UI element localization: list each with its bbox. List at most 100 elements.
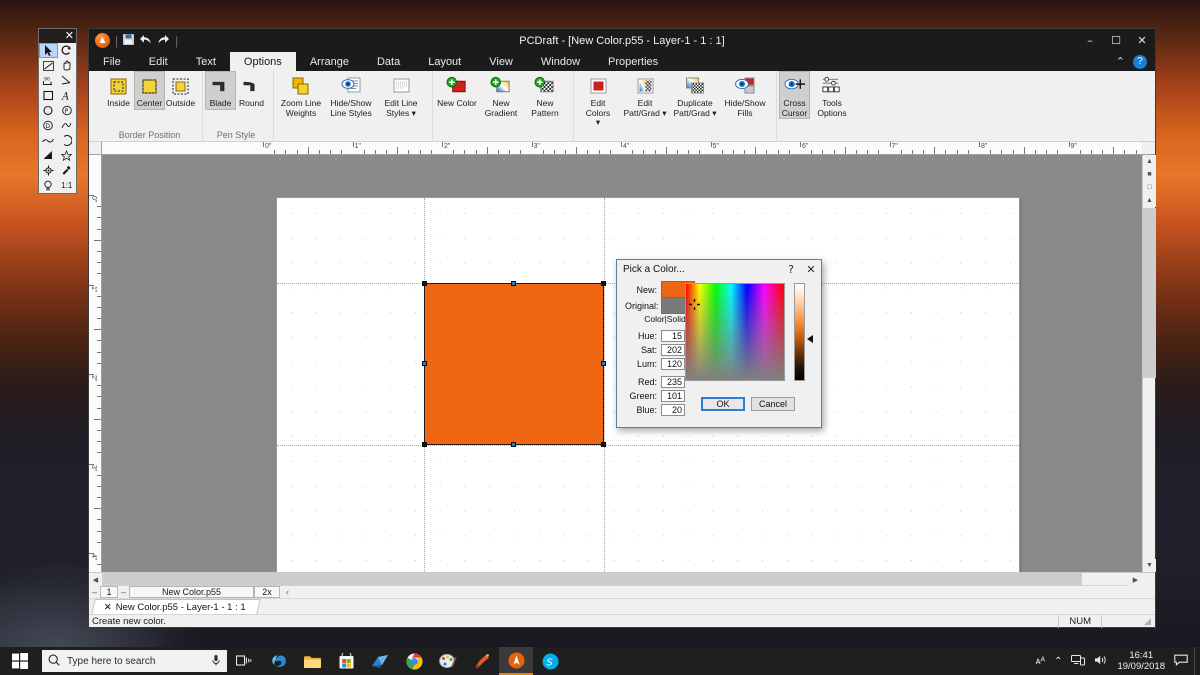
tab-window[interactable]: Window bbox=[527, 52, 594, 71]
help-icon[interactable]: ? bbox=[781, 261, 801, 279]
undo-icon[interactable] bbox=[139, 34, 152, 47]
target-tool[interactable] bbox=[39, 163, 58, 178]
scroll-up-button[interactable]: ▲ bbox=[1143, 155, 1156, 168]
ruler-corner[interactable] bbox=[89, 142, 102, 155]
skype-icon[interactable]: S bbox=[533, 647, 567, 675]
search-input[interactable]: Type here to search bbox=[42, 650, 227, 672]
tab-file[interactable]: File bbox=[89, 52, 135, 71]
close-icon[interactable]: ✕ bbox=[65, 29, 74, 42]
microphone-icon[interactable] bbox=[211, 654, 221, 669]
collapse-ribbon-icon[interactable]: ⌃ bbox=[1116, 55, 1125, 68]
lum-field[interactable]: 120 bbox=[661, 358, 685, 370]
button-hide-show-line-styles[interactable]: Hide/Show Line Styles bbox=[326, 71, 376, 119]
button-edit-pattgrad[interactable]: Edit Patt/Grad ▾ bbox=[620, 71, 670, 119]
scroll-left-button[interactable]: ◀ bbox=[89, 573, 102, 586]
button-outside[interactable]: Outside bbox=[165, 71, 196, 110]
button-tools-options[interactable]: Tools Options bbox=[810, 71, 854, 119]
close-icon[interactable]: ✕ bbox=[801, 261, 821, 279]
task-view-icon[interactable] bbox=[227, 647, 261, 675]
button-new-color[interactable]: New Color bbox=[435, 71, 479, 110]
tab-layout[interactable]: Layout bbox=[414, 52, 475, 71]
polygon-tool[interactable]: P bbox=[58, 103, 77, 118]
button-inside[interactable]: Inside bbox=[103, 71, 134, 110]
curve-tool[interactable] bbox=[39, 133, 58, 148]
page-zoom[interactable]: 2x bbox=[254, 586, 280, 598]
file-explorer-icon[interactable] bbox=[295, 647, 329, 675]
tab-arrange[interactable]: Arrange bbox=[296, 52, 363, 71]
save-icon[interactable] bbox=[123, 34, 134, 47]
ellipse-tool[interactable] bbox=[39, 103, 58, 118]
resize-handle-nw[interactable] bbox=[422, 281, 427, 286]
button-round[interactable]: Round bbox=[236, 71, 267, 110]
scroll-down-button[interactable]: ▼ bbox=[1143, 559, 1156, 572]
mail-icon[interactable] bbox=[363, 647, 397, 675]
scroll-top-button[interactable]: ▲ bbox=[1143, 194, 1156, 207]
pick-a-color-dialog[interactable]: Pick a Color... ? ✕ New: Original: Color… bbox=[616, 259, 822, 428]
angle-tool[interactable] bbox=[58, 73, 77, 88]
pointer-tool[interactable] bbox=[39, 43, 58, 58]
color-crosshair-icon[interactable] bbox=[689, 299, 700, 310]
media-app-icon[interactable] bbox=[465, 647, 499, 675]
cancel-button[interactable]: Cancel bbox=[751, 397, 795, 411]
scroll-select-icon[interactable]: □ bbox=[1143, 181, 1156, 194]
page-number[interactable]: 1 bbox=[100, 586, 118, 598]
star-tool[interactable] bbox=[58, 148, 77, 163]
hue-field[interactable]: 15 bbox=[661, 330, 685, 342]
button-new-gradient[interactable]: New Gradient bbox=[479, 71, 523, 119]
network-icon[interactable] bbox=[1071, 654, 1085, 669]
resize-handle-ne[interactable] bbox=[601, 281, 606, 286]
tool-palette-titlebar[interactable]: ✕ bbox=[39, 29, 76, 43]
fill-bucket-tool[interactable] bbox=[39, 148, 58, 163]
angle-90-tool[interactable]: 90 bbox=[39, 73, 58, 88]
edge-browser-icon[interactable] bbox=[261, 647, 295, 675]
sat-field[interactable]: 202 bbox=[661, 344, 685, 356]
button-edit-line-styles[interactable]: Edit Line Styles ▾ bbox=[376, 71, 426, 119]
document-tab[interactable]: ✕ New Color.p55 - Layer-1 - 1 : 1 bbox=[91, 599, 261, 614]
help-icon[interactable]: ? bbox=[1133, 55, 1147, 69]
vertical-scroll-thumb[interactable] bbox=[1143, 208, 1156, 378]
volume-icon[interactable] bbox=[1094, 654, 1108, 669]
button-new-pattern[interactable]: New Pattern bbox=[523, 71, 567, 119]
show-desktop-button[interactable] bbox=[1194, 647, 1200, 675]
rectangle-shape[interactable] bbox=[424, 283, 604, 445]
input-indicator[interactable]: ᴀᴬ bbox=[1036, 656, 1046, 667]
button-hide-show-fills[interactable]: Hide/Show Fills bbox=[720, 71, 770, 119]
button-center[interactable]: Center bbox=[134, 71, 165, 110]
close-icon[interactable]: ✕ bbox=[104, 602, 112, 613]
rectangle-tool[interactable] bbox=[39, 88, 58, 103]
maximize-button[interactable]: ☐ bbox=[1103, 29, 1129, 52]
action-center-icon[interactable] bbox=[1174, 654, 1188, 669]
luminance-slider[interactable] bbox=[794, 283, 805, 381]
tab-view[interactable]: View bbox=[475, 52, 527, 71]
color-gradient-field[interactable] bbox=[685, 283, 785, 381]
pan-hand-tool[interactable] bbox=[58, 58, 77, 73]
luminance-slider-marker[interactable] bbox=[807, 335, 813, 343]
arc-tool[interactable] bbox=[58, 133, 77, 148]
guide-vertical[interactable] bbox=[604, 198, 605, 572]
vertical-scrollbar[interactable]: ▲ ■ □ ▲ ▼ bbox=[1142, 155, 1155, 572]
text-tool[interactable]: A bbox=[58, 88, 77, 103]
red-field[interactable]: 235 bbox=[661, 376, 685, 388]
ok-button[interactable]: OK bbox=[701, 397, 745, 411]
tab-data[interactable]: Data bbox=[363, 52, 414, 71]
tab-options[interactable]: Options bbox=[230, 52, 296, 71]
resize-handle-n[interactable] bbox=[511, 281, 516, 286]
resize-handle-sw[interactable] bbox=[422, 442, 427, 447]
zoom-tool[interactable] bbox=[39, 178, 58, 193]
rotate-tool[interactable] bbox=[58, 43, 77, 58]
pcdraft-icon[interactable] bbox=[499, 647, 533, 675]
redo-icon[interactable] bbox=[157, 34, 170, 47]
button-edit-colors[interactable]: Edit Colors ▾ bbox=[576, 71, 620, 129]
bezier-tool[interactable] bbox=[58, 118, 77, 133]
resize-handle-e[interactable] bbox=[601, 361, 606, 366]
chevron-up-icon[interactable]: ⌃ bbox=[1054, 656, 1062, 667]
button-blade[interactable]: Blade bbox=[205, 71, 236, 110]
dialog-titlebar[interactable]: Pick a Color... ? ✕ bbox=[617, 260, 821, 279]
start-icon[interactable] bbox=[0, 647, 40, 675]
scroll-page-icon[interactable]: ■ bbox=[1143, 168, 1156, 181]
page-doc-name[interactable]: New Color.p55 bbox=[129, 586, 254, 598]
resize-handle-se[interactable] bbox=[601, 442, 606, 447]
line-tool[interactable] bbox=[39, 58, 58, 73]
scroll-resize-grip[interactable] bbox=[1142, 573, 1155, 586]
scroll-right-button[interactable]: ▶ bbox=[1129, 573, 1142, 586]
